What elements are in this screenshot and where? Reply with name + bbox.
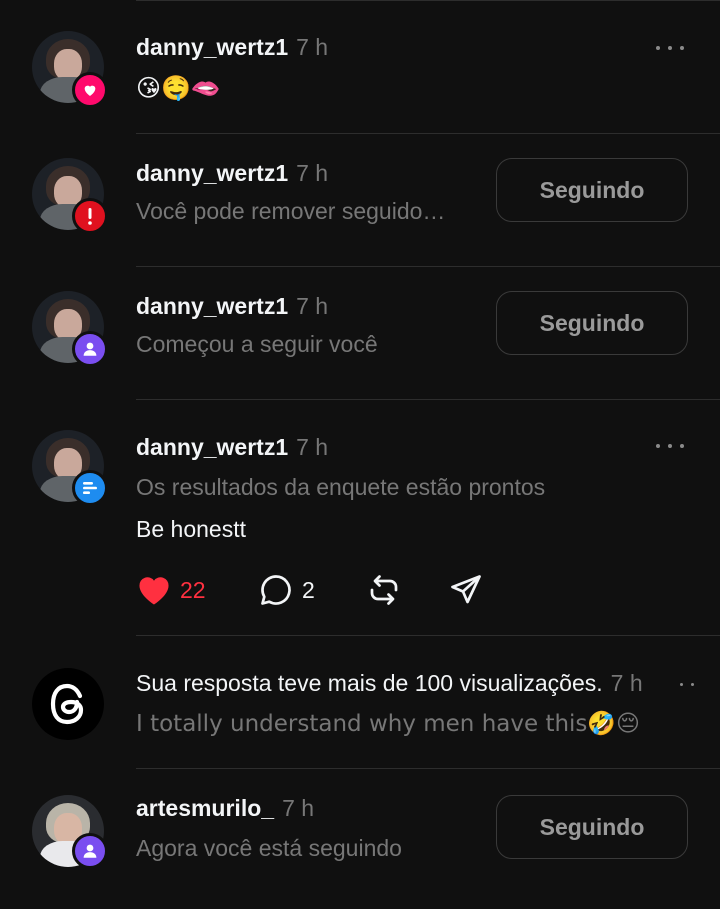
notification-item[interactable]: artesmurilo_ 7 h Agora você está seguindo… xyxy=(0,769,720,909)
heart-icon xyxy=(139,577,169,605)
notification-item[interactable]: Sua resposta teve mais de 100 visualizaç… xyxy=(0,636,720,769)
timestamp: 7 h xyxy=(296,34,329,60)
username[interactable]: danny_wertz1 7 h xyxy=(136,160,328,187)
more-options-icon[interactable] xyxy=(680,674,694,694)
following-button[interactable]: Seguindo xyxy=(496,291,688,355)
activity-feed: danny_wertz1 7 h 😘🤤🫦 danny_wertz1 7 h Você… xyxy=(0,0,720,909)
reply-text: 😘🤤🫦 xyxy=(136,74,221,102)
username[interactable]: danny_wertz1 7 h xyxy=(136,293,328,320)
notification-subtitle: I totally understand why men have this🤣😔 xyxy=(136,711,641,737)
send-icon xyxy=(451,575,481,604)
more-options-icon[interactable] xyxy=(656,38,684,58)
threads-logo-icon xyxy=(32,668,104,740)
comment-icon xyxy=(261,575,291,605)
notification-subtitle: Os resultados da enquete estão prontos xyxy=(136,474,546,500)
timestamp: 7 h xyxy=(610,670,643,696)
repost-icon xyxy=(370,575,398,605)
exclamation-icon xyxy=(72,198,108,234)
person-icon xyxy=(72,331,108,367)
repost-button[interactable] xyxy=(366,570,402,610)
username[interactable]: danny_wertz1 7 h xyxy=(136,434,328,461)
notification-subtitle: Você pode remover seguido… xyxy=(136,198,446,224)
following-button[interactable]: Seguindo xyxy=(496,795,688,859)
timestamp: 7 h xyxy=(296,434,329,460)
like-button[interactable]: 22 xyxy=(136,570,206,610)
notification-item[interactable]: danny_wertz1 7 h Você pode remover seguid… xyxy=(0,134,720,267)
username[interactable]: danny_wertz1 7 h xyxy=(136,34,328,61)
notification-title: Sua resposta teve mais de 100 visualizaç… xyxy=(136,670,643,696)
post-actions: 22 2 xyxy=(136,570,696,610)
timestamp: 7 h xyxy=(282,795,315,821)
poll-icon xyxy=(72,470,108,506)
notification-item[interactable]: danny_wertz1 7 h Começou a seguir você Se… xyxy=(0,267,720,400)
comment-button[interactable]: 2 xyxy=(258,570,315,610)
notification-subtitle: Começou a seguir você xyxy=(136,331,378,357)
notification-subtitle: Agora você está seguindo xyxy=(136,835,402,861)
timestamp: 7 h xyxy=(296,160,329,186)
share-button[interactable] xyxy=(448,570,484,610)
username[interactable]: artesmurilo_ 7 h xyxy=(136,795,314,822)
following-button[interactable]: Seguindo xyxy=(496,158,688,222)
more-options-icon[interactable] xyxy=(656,436,684,456)
post-text: Be honestt xyxy=(136,516,246,542)
heart-icon xyxy=(72,72,108,108)
timestamp: 7 h xyxy=(296,293,329,319)
notification-item[interactable]: danny_wertz1 7 h 😘🤤🫦 xyxy=(0,0,720,134)
person-icon xyxy=(72,833,108,869)
comment-count: 2 xyxy=(302,576,315,603)
like-count: 22 xyxy=(180,576,206,603)
notification-item[interactable]: danny_wertz1 7 h Os resultados da enquete… xyxy=(0,400,720,636)
